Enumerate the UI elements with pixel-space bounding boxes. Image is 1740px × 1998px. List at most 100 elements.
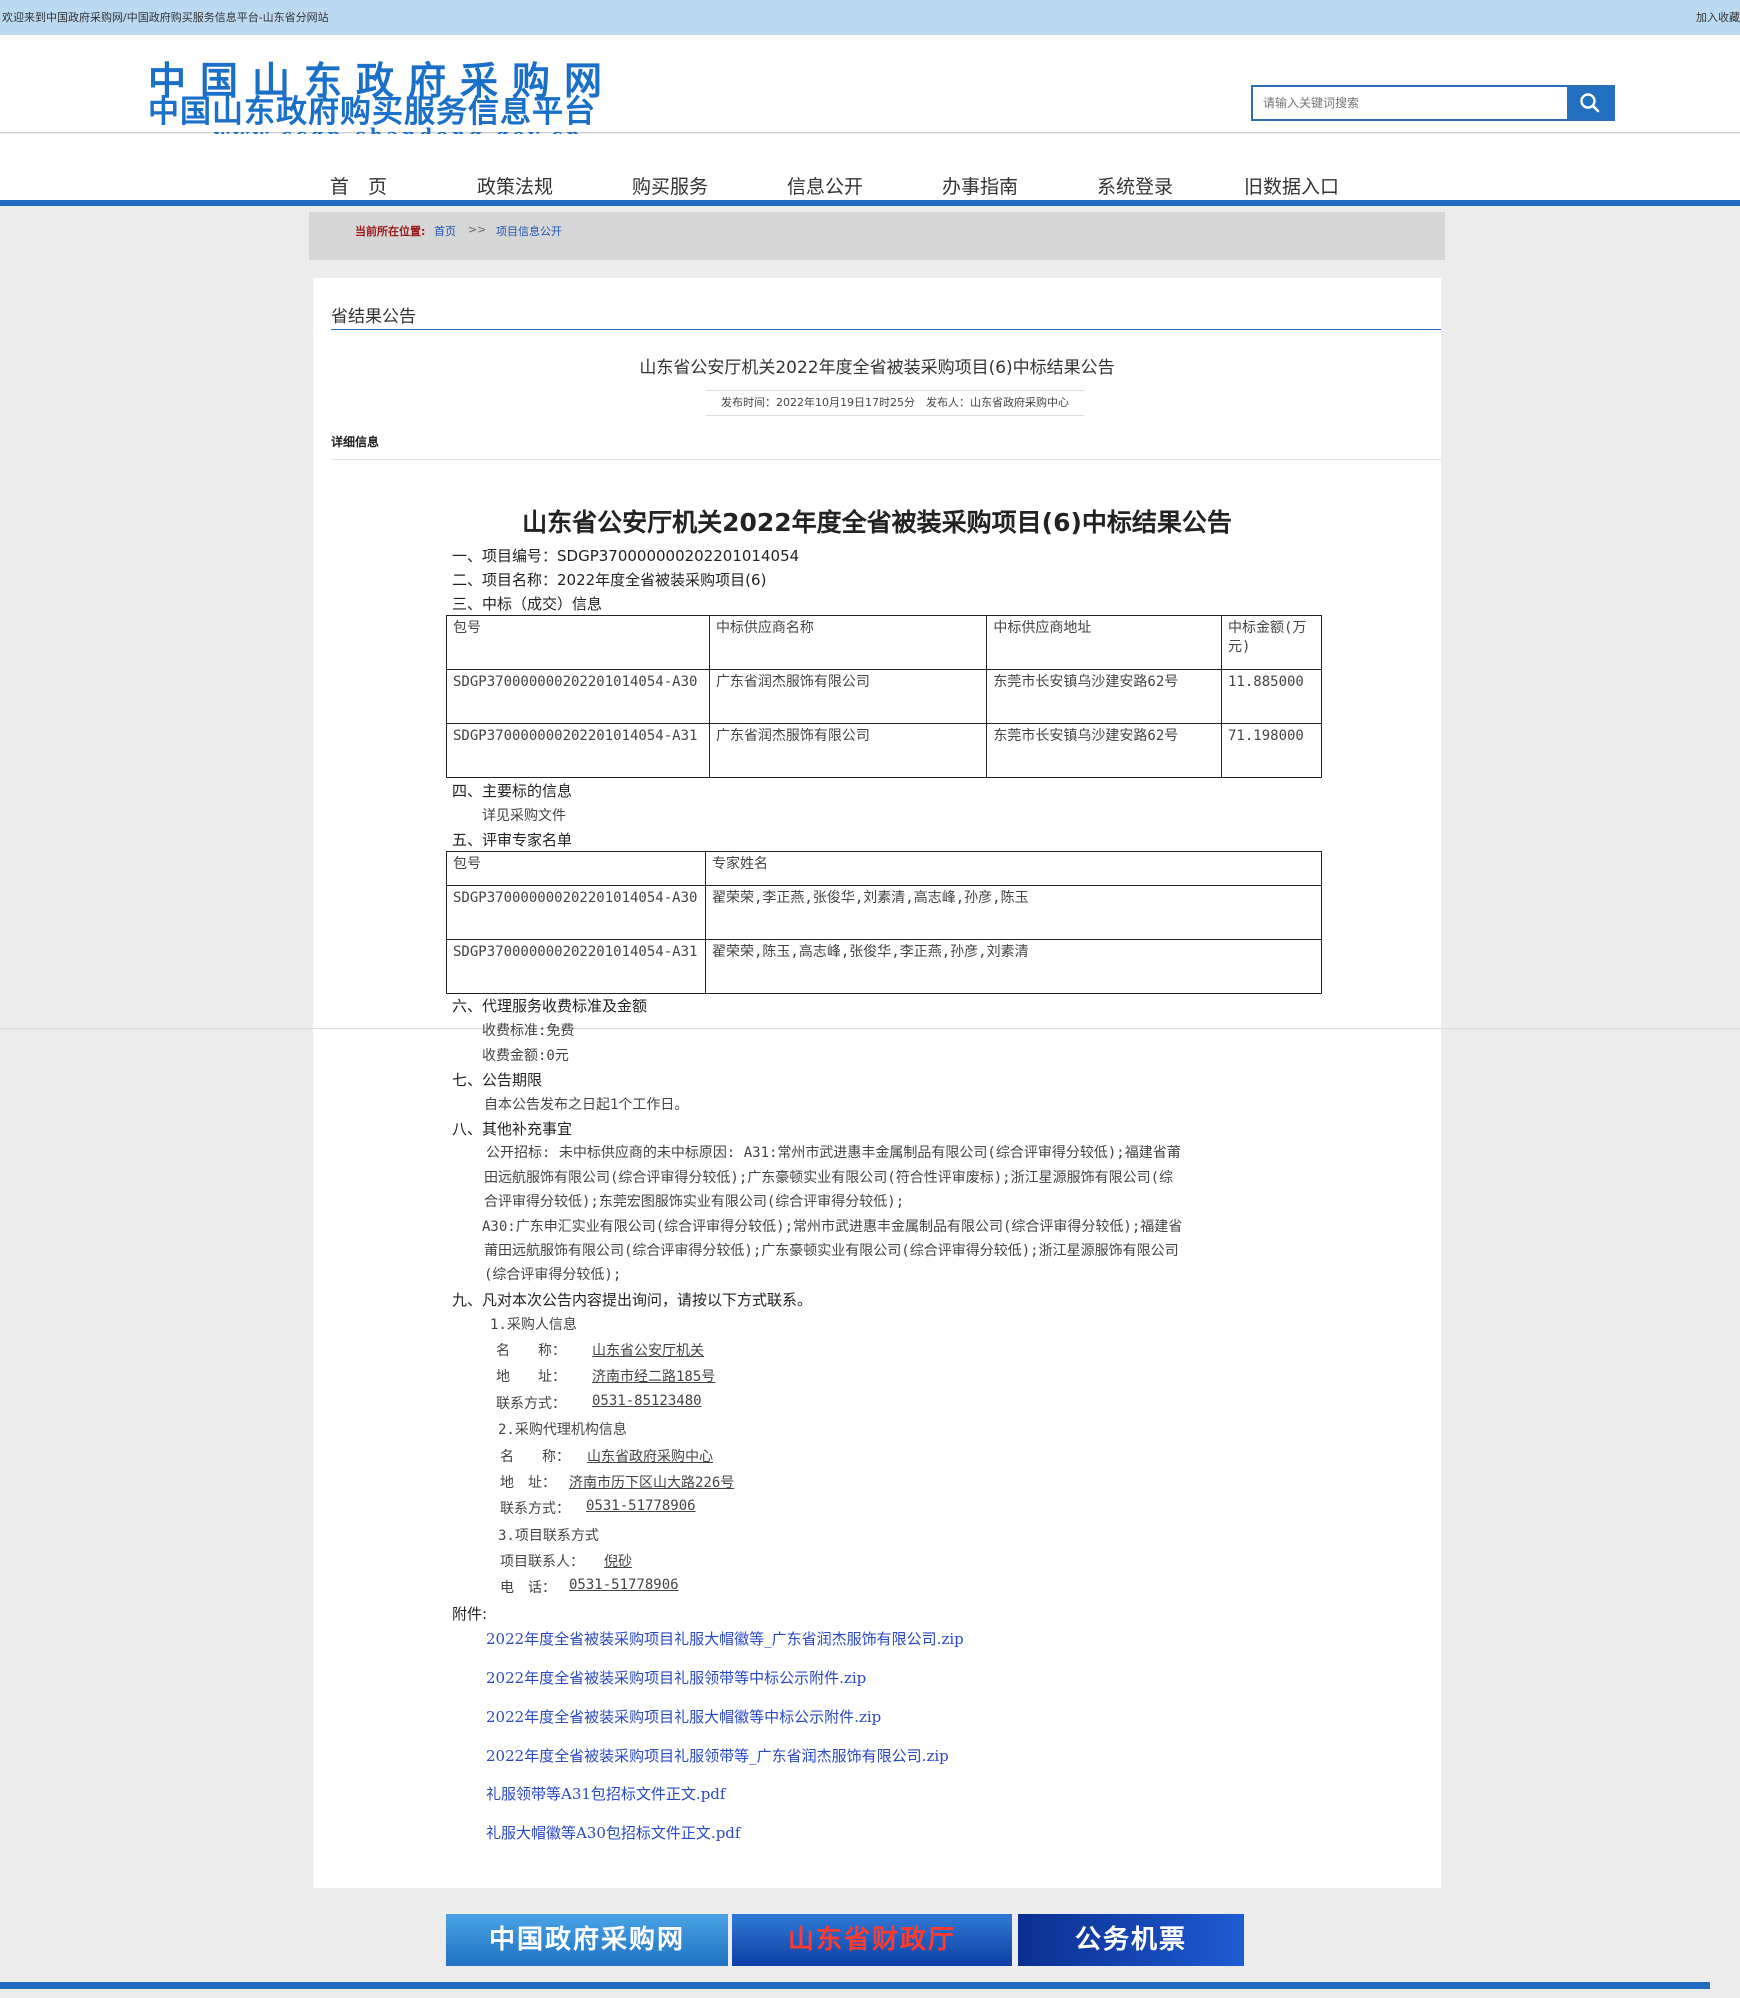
search-input[interactable]	[1253, 87, 1565, 119]
nav-guide[interactable]: 办事指南	[942, 172, 1018, 199]
welcome-text: 欢迎来到中国政府采购网/中国政府购买服务信息平台-山东省分网站	[2, 11, 329, 24]
agency-address-label: 地 址：	[500, 1475, 556, 1491]
footer-link-official-tickets[interactable]: 公务机票	[1018, 1914, 1244, 1966]
table-row: SDGP370000000202201014054-A30 翟荣荣,李正燕,张俊…	[446, 885, 1322, 940]
attachment-link[interactable]: 2022年度全省被装采购项目礼服领带等_广东省润杰服饰有限公司.zip	[486, 1745, 949, 1766]
main-nav: 首 页 政策法规 购买服务 信息公开 办事指南 系统登录 旧数据入口	[0, 134, 1740, 206]
breadcrumb-label: 当前所在位置:	[355, 225, 426, 238]
project-number: 一、项目编号：SDGP370000000202201014054	[452, 547, 800, 565]
purchaser-phone: 0531-85123480	[592, 1393, 702, 1409]
search-box	[1251, 85, 1615, 121]
other-matters-line: (综合评审得分较低);	[484, 1267, 622, 1283]
nav-policy[interactable]: 政策法规	[477, 172, 553, 199]
attachment-link[interactable]: 2022年度全省被装采购项目礼服大帽徽等_广东省润杰服饰有限公司.zip	[486, 1628, 964, 1649]
table-cell: 广东省润杰服饰有限公司	[708, 669, 988, 724]
purchaser-info-title: 1.采购人信息	[490, 1317, 577, 1333]
site-logo[interactable]: 中国山东政府采购网 中国山东政府购买服务信息平台 www.ccgp-shando…	[148, 61, 628, 145]
project-name: 二、项目名称：2022年度全省被装采购项目(6)	[452, 571, 767, 589]
attachment-link[interactable]: 礼服领带等A31包招标文件正文.pdf	[486, 1783, 725, 1804]
footer-links: 中国政府采购网 山东省财政厅 公务机票	[446, 1914, 1244, 1966]
breadcrumb: 当前所在位置: 首页 >> 项目信息公开	[309, 212, 1445, 260]
bottom-bar	[0, 1982, 1710, 1989]
section-experts: 五、评审专家名单	[452, 831, 573, 849]
expert-table: 包号 专家姓名 SDGP370000000202201014054-A30 翟荣…	[446, 851, 1322, 994]
section-notice-period: 七、公告期限	[452, 1071, 543, 1089]
attachment-link[interactable]: 礼服大帽徽等A30包招标文件正文.pdf	[486, 1822, 740, 1843]
publish-meta: 发布时间：2022年10月19日17时25分 发布人：山东省政府采购中心	[706, 390, 1084, 416]
agency-phone-label: 联系方式：	[500, 1501, 570, 1517]
table-cell: SDGP370000000202201014054-A31	[446, 939, 706, 994]
table-header-cell: 中标金额(万元)	[1221, 615, 1322, 670]
other-matters-line: 公开招标: 未中标供应商的未中标原因: A31:常州市武进惠丰金属制品有限公司(…	[486, 1145, 1181, 1161]
table-header-row: 包号 专家姓名	[446, 851, 1322, 886]
attachment-link[interactable]: 2022年度全省被装采购项目礼服大帽徽等中标公示附件.zip	[486, 1706, 881, 1727]
logo-subtitle: 中国山东政府购买服务信息平台	[148, 94, 596, 130]
attachments-label: 附件:	[452, 1605, 488, 1623]
other-matters-line: A30:广东申汇实业有限公司(综合评审得分较低);常州市武进惠丰金属制品有限公司…	[482, 1219, 1183, 1235]
table-cell: 71.198000	[1221, 723, 1322, 778]
table-header-cell: 包号	[446, 851, 706, 886]
nav-login[interactable]: 系统登录	[1097, 172, 1173, 199]
purchaser-phone-label: 联系方式：	[496, 1396, 566, 1412]
section-other-matters: 八、其他补充事宜	[452, 1120, 573, 1138]
search-icon	[1580, 93, 1600, 113]
table-header-cell: 包号	[446, 615, 710, 670]
nav-info-public[interactable]: 信息公开	[787, 172, 863, 199]
table-header-cell: 中标供应商名称	[708, 615, 988, 670]
page-divider	[0, 1028, 1740, 1029]
other-matters-line: 莆田远航服饰有限公司(综合评审得分较低);广东豪顿实业有限公司(综合评审得分较低…	[484, 1243, 1179, 1259]
purchaser-address-label: 地 址：	[496, 1369, 566, 1385]
section-award-info: 三、中标（成交）信息	[452, 595, 603, 613]
detail-label: 详细信息	[331, 435, 380, 449]
notice-period-text: 自本公告发布之日起1个工作日。	[484, 1097, 689, 1113]
table-cell: SDGP370000000202201014054-A31	[446, 723, 710, 778]
agency-name: 山东省政府采购中心	[587, 1449, 713, 1465]
detail-divider	[331, 459, 1441, 460]
footer-link-finance-dept[interactable]: 山东省财政厅	[732, 1914, 1012, 1966]
table-header-row: 包号 中标供应商名称 中标供应商地址 中标金额(万元)	[446, 615, 1322, 670]
page-title: 山东省公安厅机关2022年度全省被装采购项目(6)中标结果公告	[639, 358, 1115, 378]
category-divider	[331, 329, 1441, 330]
purchaser-address: 济南市经二路185号	[592, 1369, 716, 1385]
breadcrumb-current[interactable]: 项目信息公开	[496, 223, 562, 239]
main-subject-text: 详见采购文件	[482, 808, 566, 824]
search-button[interactable]	[1567, 87, 1613, 119]
table-row: SDGP370000000202201014054-A30 广东省润杰服饰有限公…	[446, 669, 1322, 724]
site-header: 中国山东政府采购网 中国山东政府购买服务信息平台 www.ccgp-shando…	[0, 35, 1740, 145]
attachment-link[interactable]: 2022年度全省被装采购项目礼服领带等中标公示附件.zip	[486, 1667, 866, 1688]
agency-info-title: 2.采购代理机构信息	[498, 1422, 627, 1438]
project-contact-person-label: 项目联系人：	[500, 1554, 584, 1570]
project-contact-phone-label: 电 话：	[500, 1580, 556, 1596]
add-favorite-link[interactable]: 加入收藏	[1696, 0, 1740, 35]
breadcrumb-home[interactable]: 首页	[434, 223, 456, 239]
table-cell: 翟荣荣,陈玉,高志峰,张俊华,李正燕,孙彦,刘素清	[705, 939, 1322, 994]
project-contact-phone: 0531-51778906	[569, 1577, 679, 1593]
other-matters-line: 田远航服饰有限公司(综合评审得分较低);广东豪顿实业有限公司(符合性评审废标);…	[484, 1170, 1173, 1186]
section-main-subject: 四、主要标的信息	[452, 782, 573, 800]
table-cell: 东莞市长安镇乌沙建安路62号	[986, 723, 1222, 778]
agency-address: 济南市历下区山大路226号	[569, 1475, 735, 1491]
section-contact: 九、凡对本次公告内容提出询问，请按以下方式联系。	[452, 1291, 813, 1309]
fee-standard: 收费标准:免费	[482, 1023, 575, 1039]
agency-phone: 0531-51778906	[586, 1498, 696, 1514]
table-cell: 东莞市长安镇乌沙建安路62号	[986, 669, 1222, 724]
table-header-cell: 专家姓名	[705, 851, 1322, 886]
agency-name-label: 名 称：	[500, 1449, 570, 1465]
footer-link-ccgp[interactable]: 中国政府采购网	[446, 1914, 728, 1966]
project-contact-title: 3.项目联系方式	[498, 1528, 599, 1544]
table-cell: 11.885000	[1221, 669, 1322, 724]
table-cell: SDGP370000000202201014054-A30	[446, 885, 706, 940]
project-contact-person: 倪砂	[604, 1554, 632, 1570]
table-cell: 翟荣荣,李正燕,张俊华,刘素清,高志峰,孙彦,陈玉	[705, 885, 1322, 940]
fee-amount: 收费金额:0元	[482, 1048, 569, 1064]
award-table: 包号 中标供应商名称 中标供应商地址 中标金额(万元) SDGP37000000…	[446, 615, 1322, 778]
table-row: SDGP370000000202201014054-A31 广东省润杰服饰有限公…	[446, 723, 1322, 778]
nav-old-data[interactable]: 旧数据入口	[1244, 172, 1339, 199]
top-bar: 欢迎来到中国政府采购网/中国政府购买服务信息平台-山东省分网站 加入收藏	[0, 0, 1740, 35]
table-header-cell: 中标供应商地址	[986, 615, 1222, 670]
purchaser-name-label: 名 称：	[496, 1343, 566, 1359]
announcement-title: 山东省公安厅机关2022年度全省被装采购项目(6)中标结果公告	[522, 508, 1232, 537]
nav-purchase-service[interactable]: 购买服务	[632, 172, 708, 199]
nav-home[interactable]: 首 页	[330, 172, 387, 199]
other-matters-line: 合评审得分较低);东莞宏图服饰实业有限公司(综合评审得分较低);	[484, 1194, 905, 1210]
